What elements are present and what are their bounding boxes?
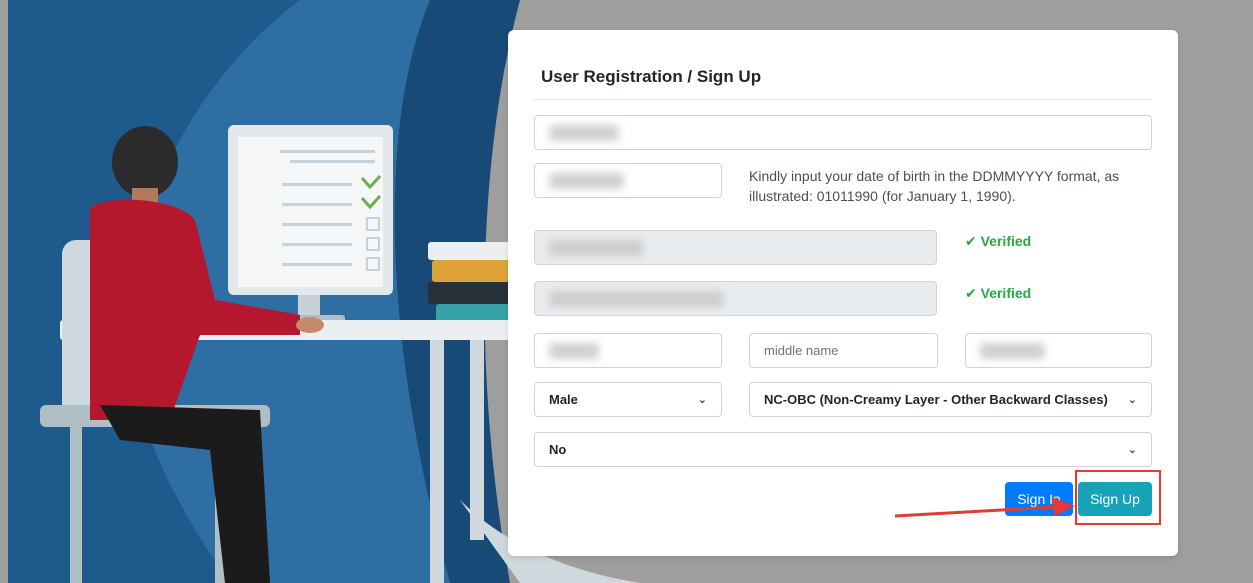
email-verified-status: ✔ Verified (965, 285, 1032, 301)
page-title: User Registration / Sign Up (541, 67, 762, 86)
registration-id-field[interactable] (534, 115, 1152, 150)
gender-value: Male (549, 392, 578, 407)
check-icon: ✔ (965, 233, 977, 249)
category-select[interactable]: NC-OBC (Non-Creamy Layer - Other Backwar… (749, 382, 1152, 417)
disability-select[interactable]: No ⌄ (534, 432, 1152, 467)
check-icon: ✔ (965, 285, 977, 301)
middle-name-placeholder: middle name (764, 343, 839, 358)
dob-field[interactable] (534, 163, 722, 198)
title-divider (534, 99, 1152, 100)
mobile-verified-status: ✔ Verified (965, 233, 1032, 249)
sign-in-button[interactable]: Sign In (1005, 482, 1073, 516)
middle-name-field[interactable]: middle name (749, 333, 938, 368)
last-name-field[interactable] (965, 333, 1152, 368)
category-value: NC-OBC (Non-Creamy Layer - Other Backwar… (764, 392, 1108, 407)
first-name-field[interactable] (534, 333, 722, 368)
chevron-down-icon: ⌄ (697, 394, 707, 406)
chevron-down-icon: ⌄ (1127, 444, 1137, 456)
signup-highlight-box (1075, 470, 1161, 525)
disability-value: No (549, 442, 567, 457)
mobile-field[interactable] (534, 230, 937, 265)
chevron-down-icon: ⌄ (1127, 394, 1137, 406)
gender-select[interactable]: Male ⌄ (534, 382, 722, 417)
dob-helper-text: Kindly input your date of birth in the D… (749, 168, 1120, 204)
email-field[interactable] (534, 281, 937, 316)
